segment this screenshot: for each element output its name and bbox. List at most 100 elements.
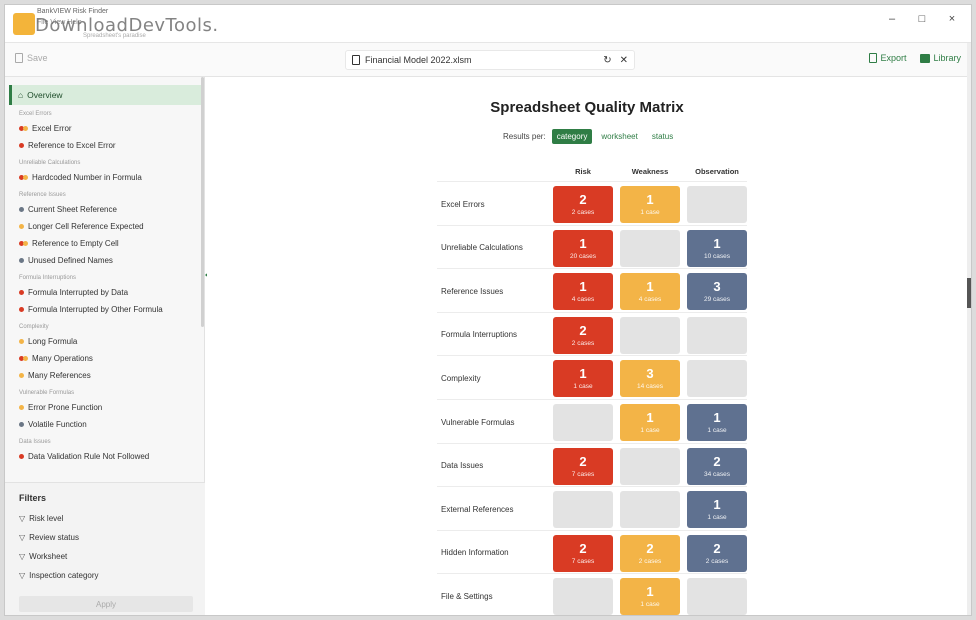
export-button[interactable]: Export: [869, 53, 906, 63]
sidebar-item[interactable]: Many Operations: [5, 350, 201, 367]
severity-dots: [19, 207, 24, 212]
sidebar-scrollbar[interactable]: [201, 77, 204, 327]
filter-item[interactable]: ▽ Review status: [5, 528, 205, 547]
filter-item[interactable]: ▽ Worksheet: [5, 547, 205, 566]
matrix-cell[interactable]: 11 case: [620, 404, 680, 441]
severity-dot-icon: [23, 241, 28, 246]
filter-icon: ▽: [19, 571, 26, 580]
sidebar-item[interactable]: Excel Error: [5, 120, 201, 137]
tab-worksheet[interactable]: worksheet: [596, 129, 642, 144]
sidebar-group-label: Formula Interruptions: [19, 275, 77, 281]
sidebar-item-overview[interactable]: ⌂ Overview: [9, 85, 201, 105]
matrix-row-label: Data Issues: [441, 461, 484, 471]
home-icon: ⌂: [18, 90, 24, 100]
sidebar-item-label: Current Sheet Reference: [28, 205, 117, 214]
matrix-cell[interactable]: 27 cases: [553, 447, 613, 485]
matrix-cell[interactable]: 1 10 cases: [687, 229, 747, 267]
matrix-cell[interactable]: 3 29 cases: [687, 273, 747, 311]
sidebar-item[interactable]: Many References: [5, 367, 201, 384]
window-scrollbar[interactable]: [967, 43, 971, 615]
severity-dot-icon: [23, 175, 28, 180]
matrix-cell[interactable]: 22 cases: [687, 534, 747, 572]
sidebar-item[interactable]: Error Prone Function: [5, 399, 201, 416]
sidebar-item[interactable]: Long Formula: [5, 333, 201, 350]
tab-status[interactable]: status: [647, 129, 678, 144]
cell-cases: 1 case: [640, 209, 660, 216]
matrix-row-label: Hidden Information: [441, 548, 509, 558]
matrix-cell-empty: [687, 186, 747, 223]
matrix-cell-empty: [620, 491, 680, 529]
matrix-cell[interactable]: 11 case: [687, 404, 747, 441]
matrix-cell[interactable]: 22 cases: [553, 316, 613, 354]
matrix-cell[interactable]: 11 case: [553, 360, 613, 398]
severity-dots: [19, 258, 24, 263]
matrix-cell[interactable]: 11 case: [687, 491, 747, 529]
severity-dot-icon: [19, 373, 24, 378]
cell-cases: 10 cases: [703, 252, 731, 260]
sidebar-item-label: Many Operations: [32, 354, 93, 363]
reload-icon[interactable]: ↻: [603, 55, 611, 66]
matrix-cell-empty: [553, 404, 613, 441]
main-panel: Spreadsheet Quality Matrix Results per: …: [207, 77, 967, 615]
filters-panel: Filters ▽ Risk level ▽ Review status ▽ Worksh…: [5, 482, 205, 615]
sidebar-item[interactable]: Formula Interrupted by Other Formula: [5, 301, 201, 318]
close-window-button[interactable]: ×: [939, 9, 965, 29]
severity-dot-icon: [19, 454, 24, 459]
cell-cases: 1 case: [573, 383, 593, 391]
sidebar-item-label: Many References: [28, 371, 91, 380]
matrix-cell[interactable]: 3 14 cases: [620, 360, 680, 398]
sidebar-item[interactable]: Reference to Empty Cell: [5, 235, 201, 252]
matrix-cell[interactable]: 1 20 cases: [553, 229, 613, 267]
sidebar-item[interactable]: Formula Interrupted by Data: [5, 284, 201, 301]
filter-item[interactable]: ▽ Risk level: [5, 509, 205, 528]
sidebar-list[interactable]: ⌂ Overview Excel Errors Excel Error Refere…: [5, 77, 201, 482]
column-header-weakness: Weakness: [631, 167, 669, 176]
cell-count: 1: [646, 192, 654, 207]
sidebar-item[interactable]: Longer Cell Reference Expected: [5, 218, 201, 235]
sidebar-item[interactable]: Volatile Function: [5, 416, 201, 433]
cell-count: 2: [579, 322, 587, 338]
title-bar: BankVIEW Risk Finder File View Help Spre…: [5, 5, 971, 43]
sidebar-item-label: Error Prone Function: [28, 403, 103, 412]
severity-dots: [19, 241, 28, 246]
matrix-cell[interactable]: 14 cases: [620, 273, 680, 311]
cell-count: 3: [646, 366, 654, 382]
maximize-button[interactable]: □: [909, 9, 935, 29]
matrix-cell[interactable]: 1 1 case: [620, 186, 680, 223]
sidebar-item[interactable]: Hardcoded Number in Formula: [5, 169, 201, 186]
file-tab[interactable]: Financial Model 2022.xlsm ↻ ✕: [345, 50, 635, 70]
matrix-cell[interactable]: 14 cases: [553, 273, 613, 311]
apply-button[interactable]: Apply: [19, 596, 193, 612]
sidebar-item[interactable]: Reference to Excel Error: [5, 137, 201, 154]
library-button[interactable]: Library: [920, 53, 961, 63]
filter-label: Risk level: [29, 514, 64, 523]
minimize-button[interactable]: –: [879, 9, 905, 29]
save-button[interactable]: Save: [15, 53, 48, 63]
matrix-cell[interactable]: 11 case: [620, 578, 680, 615]
sidebar-item-label: Excel Error: [32, 124, 72, 133]
severity-dot-icon: [19, 405, 24, 410]
severity-dots: [19, 126, 28, 131]
severity-dot-icon: [19, 143, 24, 148]
severity-dots: [19, 356, 28, 361]
toolbar: Save Financial Model 2022.xlsm ↻ ✕ Expor…: [5, 43, 971, 77]
close-file-icon[interactable]: ✕: [620, 55, 628, 66]
sidebar-item[interactable]: Data Validation Rule Not Followed: [5, 448, 201, 465]
sidebar-item[interactable]: Unused Defined Names: [5, 252, 201, 269]
column-header-observation: Observation: [695, 167, 739, 176]
matrix-row-label: External References: [441, 504, 514, 514]
tab-category[interactable]: category: [551, 129, 593, 144]
matrix-cell[interactable]: 22 cases: [553, 186, 613, 223]
severity-dot-icon: [19, 422, 24, 427]
sidebar-item[interactable]: Current Sheet Reference: [5, 201, 201, 218]
matrix-cell[interactable]: 22 cases: [620, 534, 680, 572]
sidebar-item-label: Formula Interrupted by Data: [28, 288, 129, 297]
matrix-row-label: Complexity: [441, 373, 481, 383]
cell-cases: 4 cases: [571, 296, 595, 304]
export-icon: [869, 53, 878, 63]
scrollbar-thumb[interactable]: [967, 278, 971, 308]
filter-item[interactable]: ▽ Inspection category: [5, 566, 205, 585]
matrix-cell[interactable]: 27 cases: [553, 534, 613, 572]
matrix-cell[interactable]: 2 34 cases: [687, 447, 747, 485]
cell-count: 1: [713, 235, 721, 251]
